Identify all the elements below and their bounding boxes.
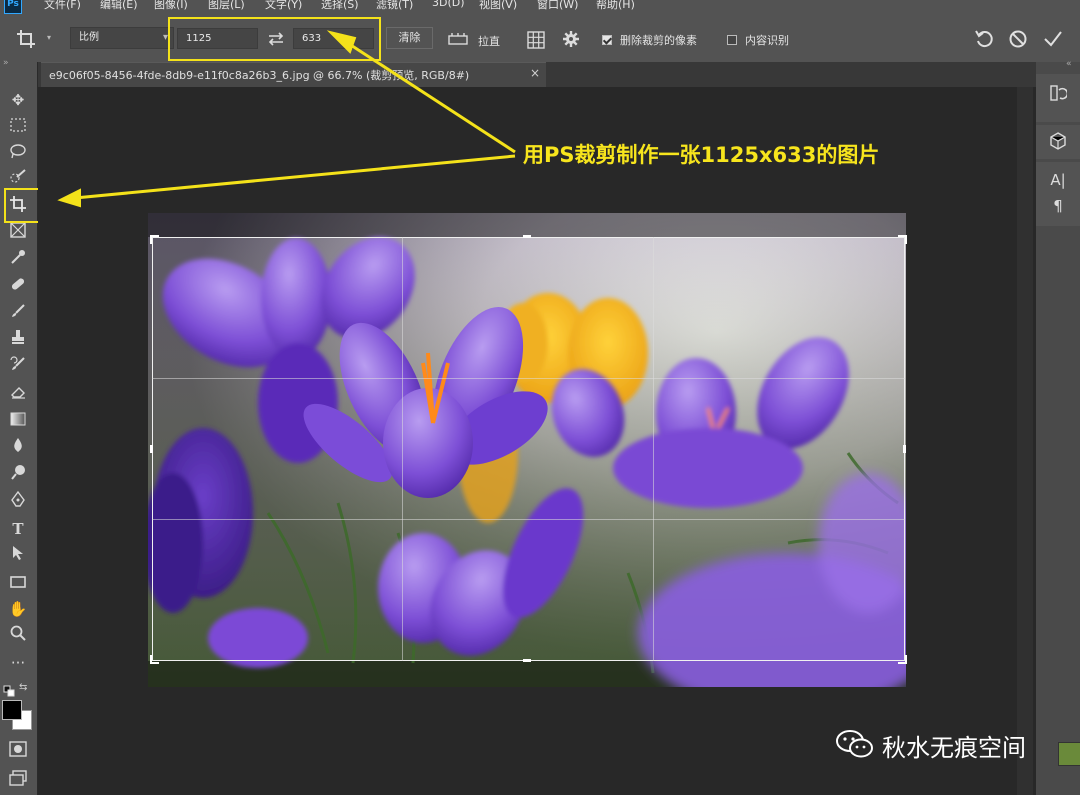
annotation-text: 用PS裁剪制作一张1125x633的图片 xyxy=(523,143,880,167)
wechat-logo-icon xyxy=(835,729,875,763)
annotation-arrows xyxy=(57,30,516,208)
watermark-text: 秋水无痕空间 xyxy=(882,728,1026,763)
watermark-label: 秋水无痕空间 xyxy=(882,734,1026,762)
